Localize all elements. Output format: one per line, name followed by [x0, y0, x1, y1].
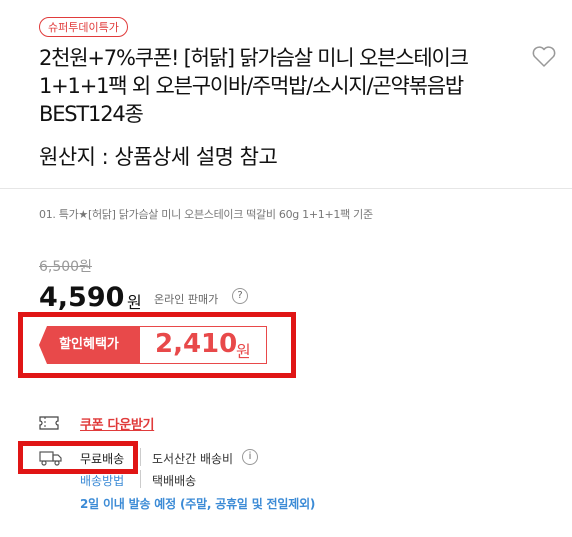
- divider: [140, 470, 141, 488]
- coupon-download-link[interactable]: 쿠폰 다운받기: [80, 414, 154, 433]
- sale-price-note: 온라인 판매가: [154, 293, 219, 306]
- divider: [140, 448, 141, 466]
- heart-icon[interactable]: [531, 45, 557, 69]
- free-shipping-highlight: 무료배송: [80, 452, 125, 466]
- help-icon[interactable]: ?: [232, 288, 248, 304]
- shipping-method-label: 배송방법: [80, 474, 125, 488]
- option-text: 01. 특가★[허닭] 닭가슴살 미니 오븐스테이크 떡갈비 60g 1+1+1…: [39, 208, 373, 221]
- promo-badge: 슈퍼투데이특가: [39, 17, 128, 37]
- discount-value: 2,410: [155, 329, 238, 359]
- shipping-eta: 2일 이내 발송 예정 (주말, 공휴일 및 전일제외): [80, 497, 316, 511]
- origin-info: 원산지 : 상품상세 설명 참고: [39, 145, 278, 169]
- info-icon[interactable]: i: [242, 449, 258, 465]
- sale-price-unit: 원: [127, 293, 142, 312]
- sale-price: 4,590: [39, 282, 125, 313]
- discount-unit: 원: [236, 342, 251, 361]
- divider: [0, 188, 572, 189]
- coupon-icon: [39, 415, 59, 430]
- remote-shipping-fee: 도서산간 배송비: [152, 452, 234, 466]
- discount-label: 할인혜택가: [39, 326, 139, 364]
- shipping-courier: 택배배송: [152, 474, 197, 488]
- truck-icon: [39, 450, 63, 466]
- original-price: 6,500원: [39, 259, 92, 275]
- product-title: 2천원+7%쿠폰! [허닭] 닭가슴살 미니 오븐스테이크 1+1+1팩 외 오…: [39, 46, 469, 126]
